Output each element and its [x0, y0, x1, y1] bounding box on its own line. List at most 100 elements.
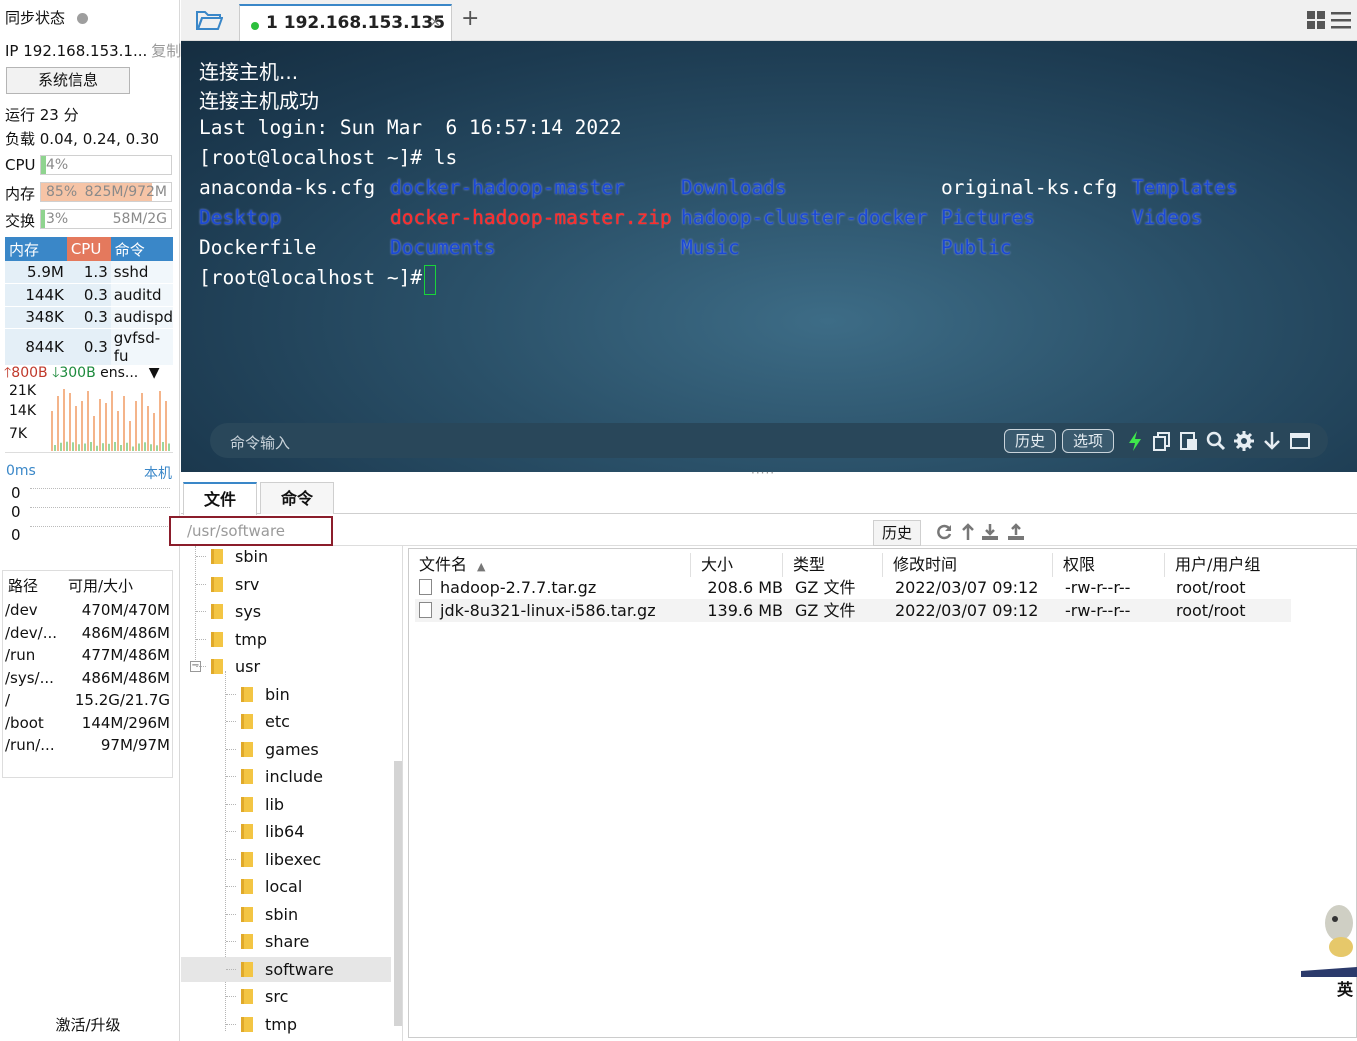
file-row[interactable]: jdk-8u321-linux-i586.tar.gz 139.6 MB GZ 文件… [415, 599, 1291, 622]
proc-header-cmd[interactable]: 命令 [110, 237, 173, 261]
col-size[interactable]: 大小 [691, 553, 783, 577]
cpu-value: 4% [46, 157, 69, 173]
tab-commands[interactable]: 命令 [260, 482, 334, 514]
disk-row[interactable]: /sys/... 486M/486M [3, 667, 172, 690]
download-icon[interactable] [980, 522, 1000, 542]
tree-node[interactable]: tmp [211, 627, 391, 652]
window-icon[interactable] [1289, 430, 1311, 452]
terminal-line: Last login: Sun Mar 6 16:57:14 2022 [199, 116, 622, 139]
mem-meter: 85% 825M/972M [40, 182, 172, 202]
activate-upgrade-link[interactable]: 激活/升级 [0, 1014, 176, 1035]
session-tab[interactable]: 1 192.168.153.135 × [239, 4, 452, 41]
terminal[interactable]: 连接主机... 连接主机成功 Last login: Sun Mar 6 16:… [181, 41, 1357, 472]
disk-size: 15.2G/21.7G [74, 691, 170, 710]
tree-node[interactable]: lib64 [181, 819, 391, 844]
disk-row[interactable]: /run 477M/486M [3, 644, 172, 667]
system-info-button[interactable]: 系统信息 [6, 67, 130, 94]
menu-icon[interactable] [1331, 11, 1351, 29]
tree-node-label: lib [265, 794, 285, 814]
grid-view-icon[interactable] [1307, 11, 1325, 29]
tree-node[interactable]: lib [181, 792, 391, 817]
tree-node[interactable]: libexec [181, 847, 391, 872]
tree-node[interactable]: usr [211, 654, 391, 679]
tree-node-label: sbin [265, 904, 299, 924]
tree-node[interactable]: sys [211, 599, 391, 624]
tree-node[interactable]: software [181, 956, 391, 982]
disk-path: /boot [5, 713, 44, 732]
tree-node[interactable]: src [181, 984, 391, 1009]
tree-node[interactable]: srv [211, 572, 391, 597]
col-owner[interactable]: 用户/用户组 [1165, 553, 1291, 577]
splitter-grip-icon[interactable]: ····· [751, 466, 775, 480]
tree-branch-line [226, 693, 236, 695]
upload-icon[interactable] [1006, 522, 1026, 542]
download-arrow-icon[interactable] [1261, 430, 1283, 452]
folder-icon [241, 824, 253, 839]
command-input-bar[interactable]: 命令输入 历史 选项 [210, 423, 1328, 458]
disk-row[interactable]: /run/... 97M/97M [3, 734, 172, 757]
refresh-icon[interactable] [934, 522, 954, 542]
process-row[interactable]: 348K 0.3 audispd [5, 306, 173, 329]
net-bar [105, 403, 107, 451]
copy-ip-link[interactable]: 复制 [151, 42, 181, 60]
disk-row[interactable]: /dev 470M/470M [3, 599, 172, 622]
latency-gridline [30, 507, 170, 508]
ime-mascot-icon[interactable]: 英 [1297, 895, 1357, 1005]
search-icon[interactable] [1205, 430, 1227, 452]
process-row[interactable]: 144K 0.3 auditd [5, 283, 173, 307]
history-button[interactable]: 历史 [1004, 429, 1056, 453]
process-row[interactable]: 5.9M 1.3 sshd [5, 261, 173, 284]
col-type[interactable]: 类型 [783, 553, 883, 577]
disk-row[interactable]: /dev/... 486M/486M [3, 622, 172, 645]
net-interface: ens... [100, 365, 139, 381]
command-input-placeholder[interactable]: 命令输入 [230, 432, 290, 453]
net-bar-down [126, 442, 128, 451]
col-modified[interactable]: 修改时间 [883, 553, 1053, 577]
tree-node-label: software [265, 959, 334, 979]
parent-dir-icon[interactable] [958, 522, 978, 542]
open-folder-icon[interactable] [195, 8, 223, 32]
tree-node[interactable]: local [181, 874, 391, 899]
tree-node[interactable]: tmp [181, 1012, 391, 1037]
disk-row[interactable]: /boot 144M/296M [3, 712, 172, 735]
file-list[interactable]: 文件名 ▲ 大小 类型 修改时间 权限 用户/用户组 hadoop-2.7.7.t… [408, 548, 1357, 1038]
col-permission[interactable]: 权限 [1053, 553, 1165, 577]
network-graph: 21K 14K 7K [5, 383, 173, 453]
tree-scrollbar[interactable] [394, 761, 402, 1026]
lightning-icon[interactable] [1124, 430, 1146, 452]
col-filename[interactable]: 文件名 ▲ [409, 553, 691, 577]
tree-branch-line [226, 996, 236, 997]
path-input[interactable]: /usr/software [169, 516, 333, 546]
ls-entry-dir: Downloads [681, 176, 787, 199]
tree-node[interactable]: bin [181, 682, 391, 707]
tree-node[interactable]: sbin [181, 902, 391, 927]
proc-header-cpu[interactable]: CPU [66, 237, 111, 261]
panel-splitter[interactable]: ····· [181, 466, 1357, 480]
gear-icon[interactable] [1233, 430, 1255, 452]
disk-usage-panel: 路径 可用/大小 /dev 470M/470M/dev/... 486M/486M /… [2, 570, 173, 778]
process-row[interactable]: 844K 0.3 gvfsd-fu [5, 328, 173, 366]
tree-node[interactable]: sbin [211, 546, 391, 569]
close-tab-icon[interactable]: × [429, 14, 441, 30]
net-bar [93, 416, 95, 451]
tree-node[interactable]: games [181, 737, 391, 762]
folder-icon [241, 741, 253, 757]
tree-node-label: include [265, 767, 323, 786]
disk-row[interactable]: / 15.2G/21.7G [3, 689, 172, 712]
net-bar-down [138, 443, 140, 451]
tree-node[interactable]: share [181, 929, 391, 954]
tree-node[interactable]: include [181, 764, 391, 789]
tab-files[interactable]: 文件 [183, 482, 257, 515]
copy-icon[interactable] [1151, 430, 1173, 452]
proc-header-mem[interactable]: 内存 [5, 237, 67, 261]
directory-tree[interactable]: − sbin srv sys tmp usr bin etc games include lib l… [181, 546, 403, 1041]
options-button[interactable]: 选项 [1062, 429, 1114, 453]
paste-icon[interactable] [1178, 430, 1200, 452]
path-history-button[interactable]: 历史 [873, 520, 921, 546]
file-mtime: 2022/03/07 09:12 [895, 601, 1039, 620]
tree-node-label: etc [265, 712, 290, 731]
tree-node[interactable]: etc [181, 709, 391, 734]
latency-host[interactable]: 本机 [144, 463, 172, 483]
file-row[interactable]: hadoop-2.7.7.tar.gz 208.6 MB GZ 文件 2022/03/… [415, 576, 1291, 599]
add-tab-button[interactable]: + [461, 6, 479, 31]
